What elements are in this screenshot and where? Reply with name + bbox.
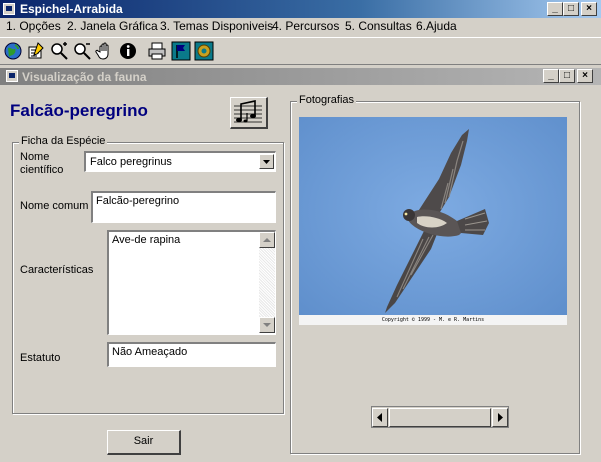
scroll-up-icon[interactable] <box>259 232 275 248</box>
menu-bar: 1. Opções 2. Janela Gráfica 3. Temas Dis… <box>0 18 601 37</box>
scientific-name-label: Nome científico <box>20 151 64 176</box>
characteristics-textarea[interactable]: Ave-de rapina <box>107 230 276 335</box>
app-icon <box>3 3 15 15</box>
child-window-title: Visualização da fauna <box>22 70 147 84</box>
status-value: Não Ameaçado <box>112 346 188 358</box>
photo-caption: Copyright © 1999 - M. e R. Martins <box>381 317 485 323</box>
photo-nav-scrollbar[interactable] <box>371 406 509 428</box>
status-label: Estatuto <box>20 352 61 364</box>
scientific-name-select[interactable]: Falco peregrinus <box>84 151 276 172</box>
characteristics-value: Ave-de rapina <box>112 234 181 246</box>
photos-legend: Fotografias <box>297 94 357 106</box>
zoom-out-icon[interactable] <box>72 41 92 61</box>
species-heading: Falcão-peregrino <box>10 101 148 120</box>
characteristics-label: Características <box>20 264 94 276</box>
edit-layer-icon[interactable] <box>26 41 46 61</box>
info-icon[interactable] <box>118 41 138 61</box>
close-icon[interactable]: × <box>581 2 597 16</box>
app-title: Espichel-Arrabida <box>20 2 123 16</box>
common-name-label: Nome comum <box>20 200 89 212</box>
prev-photo-icon[interactable] <box>372 408 388 427</box>
scientific-name-value: Falco peregrinus <box>90 156 172 168</box>
next-photo-icon[interactable] <box>492 408 508 427</box>
child-minimize-icon[interactable]: _ <box>543 69 559 83</box>
menu-ajuda[interactable]: 6.Ajuda <box>416 19 457 34</box>
map-icon[interactable] <box>194 41 214 61</box>
common-name-field[interactable]: Falcão-peregrino <box>91 191 276 223</box>
status-field[interactable]: Não Ameaçado <box>107 342 276 367</box>
falcon-photo: Copyright © 1999 - M. e R. Martins <box>299 117 567 325</box>
menu-percursos[interactable]: 4. Percursos <box>272 19 339 34</box>
falcon-image <box>299 117 567 325</box>
species-card-legend: Ficha da Espécie <box>19 135 108 147</box>
scroll-thumb[interactable] <box>389 408 491 427</box>
flag-icon[interactable] <box>171 41 191 61</box>
exit-button[interactable]: Sair <box>107 430 181 455</box>
menu-temas[interactable]: 3. Temas Disponiveis <box>160 19 273 34</box>
app-title-bar: Espichel-Arrabida _ □ × <box>0 0 601 18</box>
print-icon[interactable] <box>147 41 167 61</box>
menu-consultas[interactable]: 5. Consultas <box>345 19 412 34</box>
menu-janela-grafica[interactable]: 2. Janela Gráfica <box>67 19 158 34</box>
play-sound-button[interactable] <box>230 97 268 129</box>
pan-hand-icon[interactable] <box>95 41 115 61</box>
child-maximize-icon[interactable]: □ <box>559 69 575 83</box>
toolbar <box>0 37 601 65</box>
globe-icon[interactable] <box>3 41 23 61</box>
child-close-icon[interactable]: × <box>577 69 593 83</box>
maximize-icon[interactable]: □ <box>563 2 579 16</box>
music-notes-icon <box>234 100 262 123</box>
common-name-value: Falcão-peregrino <box>96 195 180 207</box>
minimize-icon[interactable]: _ <box>547 2 563 16</box>
menu-opcoes[interactable]: 1. Opções <box>6 19 61 34</box>
child-window-title-bar: Visualização da fauna _ □ × <box>0 68 601 85</box>
characteristics-scrollbar[interactable] <box>259 232 275 333</box>
zoom-in-icon[interactable] <box>49 41 69 61</box>
chevron-down-icon[interactable] <box>259 154 274 169</box>
child-window-icon <box>6 70 18 82</box>
scroll-down-icon[interactable] <box>259 317 275 333</box>
